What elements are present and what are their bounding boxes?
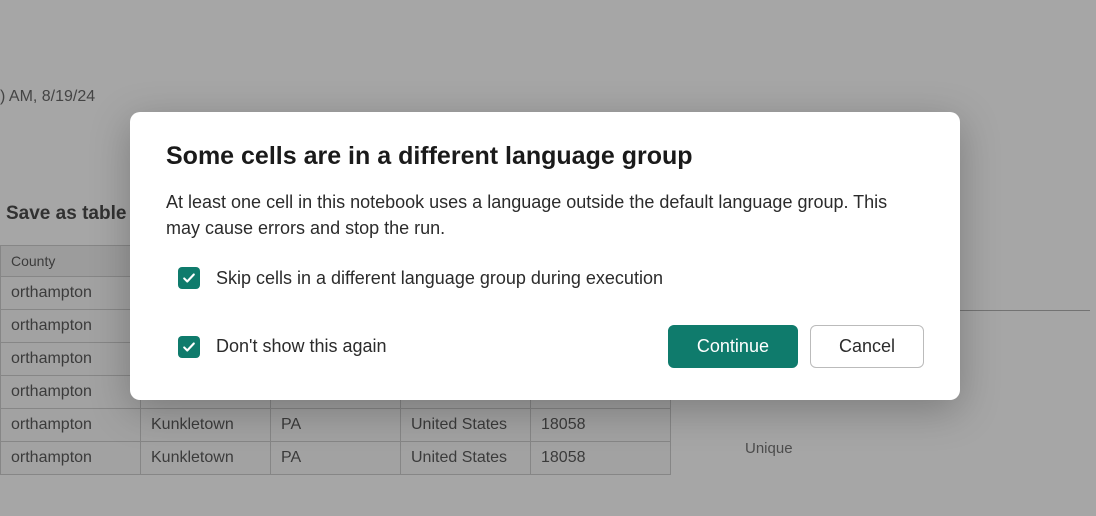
language-group-dialog: Some cells are in a different language g…: [130, 112, 960, 400]
dialog-title: Some cells are in a different language g…: [166, 142, 924, 171]
checkmark-icon: [182, 271, 196, 285]
dialog-body-text: At least one cell in this notebook uses …: [166, 189, 924, 241]
dont-show-option[interactable]: Don't show this again: [178, 336, 387, 358]
dialog-footer: Don't show this again Continue Cancel: [166, 325, 924, 368]
cancel-button[interactable]: Cancel: [810, 325, 924, 368]
dialog-buttons: Continue Cancel: [668, 325, 924, 368]
dont-show-label: Don't show this again: [216, 336, 387, 357]
skip-cells-checkbox[interactable]: [178, 267, 200, 289]
checkmark-icon: [182, 340, 196, 354]
skip-cells-label: Skip cells in a different language group…: [216, 268, 663, 289]
skip-cells-option[interactable]: Skip cells in a different language group…: [166, 267, 924, 289]
continue-button[interactable]: Continue: [668, 325, 798, 368]
dont-show-checkbox[interactable]: [178, 336, 200, 358]
